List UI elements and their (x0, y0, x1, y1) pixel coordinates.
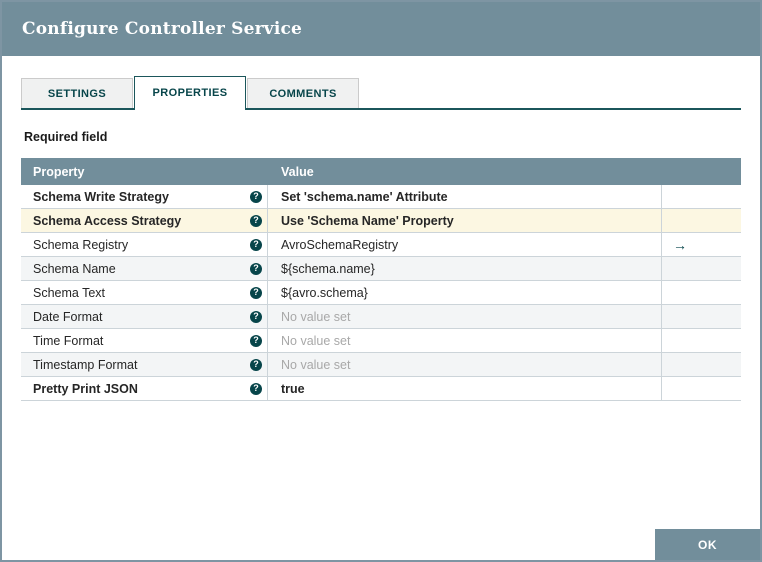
table-row[interactable]: Schema Registry ? AvroSchemaRegistry → (21, 233, 741, 257)
configure-controller-service-dialog: Configure Controller Service SETTINGS PR… (0, 0, 762, 562)
help-icon[interactable]: ? (250, 334, 262, 347)
tab-properties[interactable]: PROPERTIES (134, 76, 246, 110)
help-icon[interactable]: ? (250, 214, 262, 227)
goto-cell (661, 209, 741, 232)
property-value[interactable]: Set 'schema.name' Attribute (268, 185, 661, 208)
property-name: Schema Text (33, 285, 106, 300)
help-icon[interactable]: ? (250, 190, 262, 203)
table-row[interactable]: Date Format ? No value set (21, 305, 741, 329)
tab-comments[interactable]: COMMENTS (247, 78, 359, 108)
property-value[interactable]: No value set (268, 329, 661, 352)
property-name: Date Format (33, 309, 103, 324)
dialog-titlebar: Configure Controller Service (2, 2, 760, 56)
property-name: Schema Access Strategy (33, 213, 182, 228)
tab-settings[interactable]: SETTINGS (21, 78, 133, 108)
property-name: Pretty Print JSON (33, 381, 138, 396)
property-name: Schema Registry (33, 237, 129, 252)
table-row[interactable]: Timestamp Format ? No value set (21, 353, 741, 377)
table-row[interactable]: Schema Write Strategy ? Set 'schema.name… (21, 185, 741, 209)
table-row[interactable]: Schema Text ? ${avro.schema} (21, 281, 741, 305)
property-value[interactable]: true (268, 377, 661, 400)
property-name: Timestamp Format (33, 357, 138, 372)
help-icon[interactable]: ? (250, 238, 262, 251)
help-icon[interactable]: ? (250, 262, 262, 275)
column-header-property: Property (33, 164, 85, 179)
goto-cell (661, 377, 741, 400)
table-row[interactable]: Pretty Print JSON ? true (21, 377, 741, 401)
help-icon[interactable]: ? (250, 310, 262, 323)
property-value[interactable]: Use 'Schema Name' Property (268, 209, 661, 232)
property-value[interactable]: AvroSchemaRegistry (268, 233, 661, 256)
property-value[interactable]: ${avro.schema} (268, 281, 661, 304)
goto-cell (661, 257, 741, 280)
goto-service-icon[interactable]: → (673, 238, 687, 252)
property-value[interactable]: No value set (268, 353, 661, 376)
goto-cell (661, 281, 741, 304)
ok-button[interactable]: OK (655, 529, 760, 560)
goto-cell (661, 185, 741, 208)
table-header: Property Value (21, 158, 741, 185)
help-icon[interactable]: ? (250, 286, 262, 299)
table-row[interactable]: Schema Name ? ${schema.name} (21, 257, 741, 281)
property-name: Schema Name (33, 261, 116, 276)
properties-table: Property Value Schema Write Strategy ? S… (21, 158, 741, 401)
table-row-selected[interactable]: Schema Access Strategy ? Use 'Schema Nam… (21, 209, 741, 233)
table-row[interactable]: Time Format ? No value set (21, 329, 741, 353)
goto-cell (661, 353, 741, 376)
property-value[interactable]: ${schema.name} (268, 257, 661, 280)
tab-bar: SETTINGS PROPERTIES COMMENTS (21, 76, 741, 110)
property-name: Time Format (33, 333, 104, 348)
column-header-value: Value (281, 164, 314, 179)
goto-cell (661, 329, 741, 352)
property-value[interactable]: No value set (268, 305, 661, 328)
dialog-title: Configure Controller Service (22, 19, 303, 39)
property-name: Schema Write Strategy (33, 189, 169, 204)
required-field-label: Required field (24, 130, 108, 144)
help-icon[interactable]: ? (250, 382, 262, 395)
goto-cell (661, 305, 741, 328)
help-icon[interactable]: ? (250, 358, 262, 371)
